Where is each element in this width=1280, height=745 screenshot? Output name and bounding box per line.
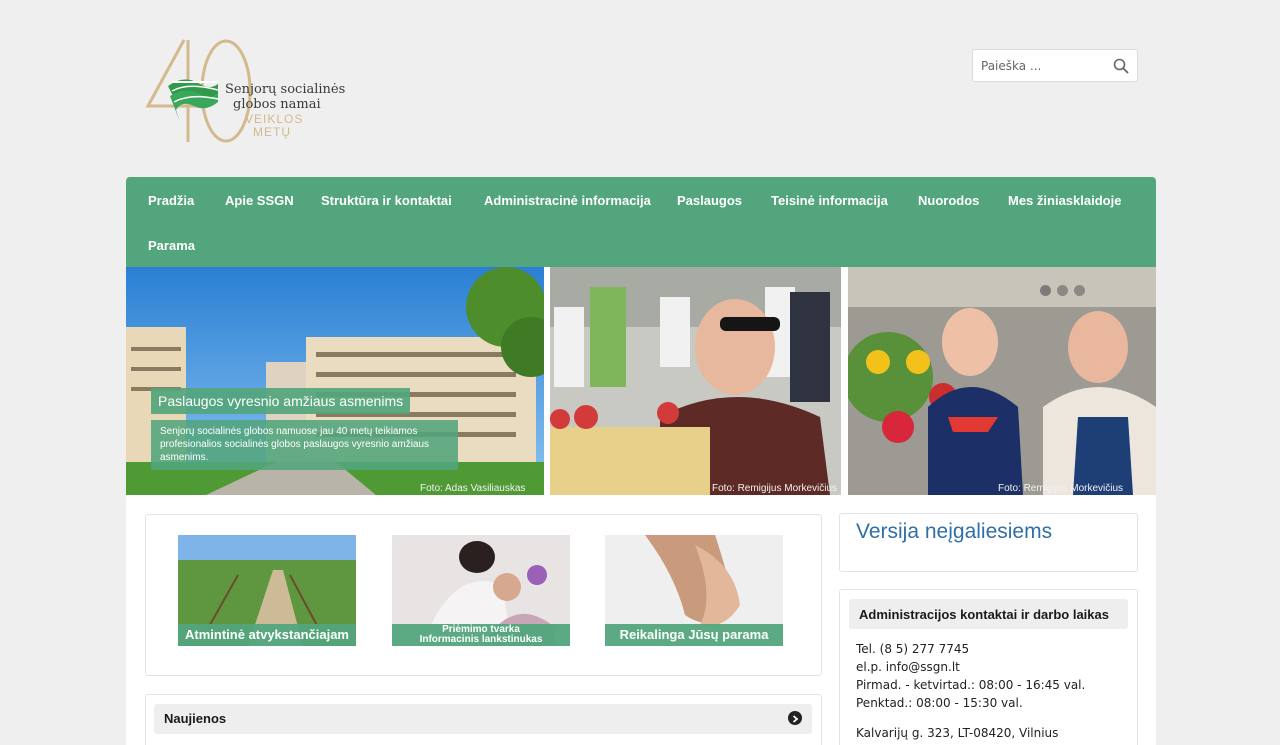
- nav-item-pradzia[interactable]: Pradžia: [148, 193, 194, 208]
- logo-sub: VEIKLOS METŲ: [245, 113, 303, 139]
- search-box: [972, 49, 1138, 82]
- nav-item-apie-ssgn[interactable]: Apie SSGN: [225, 193, 294, 208]
- accessible-version-link[interactable]: Versija neįgaliesiems: [856, 520, 1052, 544]
- slide-couple: Foto: Remigijus Morkevičius: [848, 267, 1156, 495]
- slide-celebration: Foto: Remigijus Morkevičius: [550, 267, 841, 495]
- contact-hours-fri: Penktad.: 08:00 - 15:30 val.: [856, 696, 1023, 710]
- slider-dot-2[interactable]: [1057, 285, 1068, 296]
- main-nav: Pradžia Apie SSGN Struktūra ir kontaktai…: [126, 177, 1156, 267]
- contact-tel: Tel. (8 5) 277 7745: [856, 642, 970, 656]
- banner-parama[interactable]: Reikalinga Jūsų parama: [605, 535, 783, 646]
- news-title: Naujienos: [164, 711, 227, 726]
- slide-caption-text: Senjorų socialinės globos namuose jau 40…: [151, 420, 458, 470]
- contact-address: Kalvarijų g. 323, LT-08420, Vilnius: [856, 726, 1059, 740]
- logo-line2: globos namai: [233, 97, 321, 112]
- banner-priemimo-label: Priėmimo tvarka Informacinis lankstinuka…: [392, 624, 570, 646]
- slide-caption-title: Paslaugos vyresnio amžiaus asmenims: [151, 388, 411, 414]
- nav-item-paslaugos[interactable]: Paslaugos: [677, 193, 742, 208]
- slider-dot-1[interactable]: [1040, 285, 1051, 296]
- contact-title: Administracijos kontaktai ir darbo laika…: [859, 607, 1109, 622]
- logo-sub2: METŲ: [253, 125, 291, 139]
- logo-line1: Senjorų socialinės: [225, 82, 346, 97]
- celebration-photo: [550, 267, 841, 495]
- banner-parama-label: Reikalinga Jūsų parama: [605, 624, 783, 646]
- slide-credit-3: Foto: Remigijus Morkevičius: [998, 483, 1124, 494]
- search-input[interactable]: [973, 50, 1109, 81]
- banner-priemimo-tvarka[interactable]: Priėmimo tvarka Informacinis lankstinuka…: [392, 535, 570, 646]
- banner-priemimo-line2: Informacinis lankstinukas: [419, 634, 543, 645]
- nav-item-teisine[interactable]: Teisinė informacija: [771, 193, 888, 208]
- nav-item-administracine[interactable]: Administracinė informacija: [484, 193, 651, 208]
- image-slider[interactable]: Paslaugos vyresnio amžiaus asmenims Senj…: [126, 267, 1156, 495]
- news-header[interactable]: Naujienos: [154, 704, 812, 734]
- contact-email: el.p. info@ssgn.lt: [856, 660, 960, 674]
- slide-building: Paslaugos vyresnio amžiaus asmenims Senj…: [126, 267, 544, 495]
- couple-photo: [848, 267, 1156, 495]
- nav-item-nuorodos[interactable]: Nuorodos: [918, 193, 979, 208]
- banner-atmintine[interactable]: Atmintinė atvykstančiajam: [178, 535, 356, 646]
- slide-credit-1: Foto: Adas Vasiliauskas: [420, 483, 526, 494]
- slider-dots: [1040, 281, 1091, 300]
- slider-dot-3[interactable]: [1074, 285, 1085, 296]
- banner-atmintine-label: Atmintinė atvykstančiajam: [178, 624, 356, 646]
- contact-header: Administracijos kontaktai ir darbo laika…: [849, 599, 1128, 629]
- contact-hours-mon-thu: Pirmad. - ketvirtad.: 08:00 - 16:45 val.: [856, 678, 1086, 692]
- nav-item-struktura[interactable]: Struktūra ir kontaktai: [321, 193, 452, 208]
- nav-item-parama[interactable]: Parama: [148, 238, 195, 253]
- arrow-right-icon[interactable]: [788, 711, 802, 725]
- search-icon[interactable]: [1113, 58, 1129, 74]
- slide-credit-2: Foto: Remigijus Morkevičius: [712, 483, 838, 494]
- logo-text: Senjorų socialinės globos namai: [225, 82, 345, 112]
- nav-item-ziniasklaida[interactable]: Mes žiniasklaidoje: [1008, 193, 1121, 208]
